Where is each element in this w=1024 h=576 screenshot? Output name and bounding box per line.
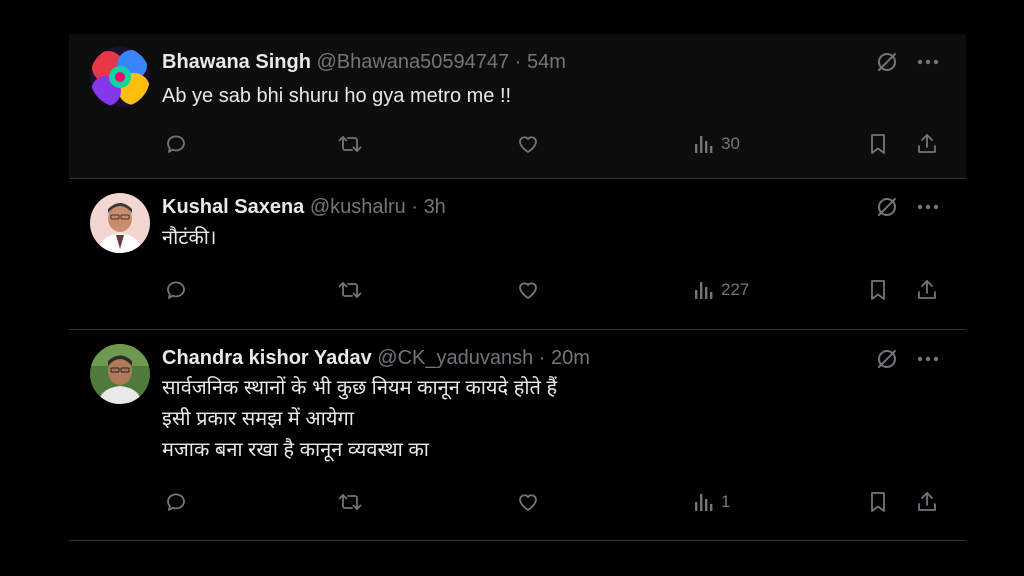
share-icon[interactable]: [915, 131, 939, 157]
tweet-header: Kushal Saxena @kushalru · 3h: [162, 195, 446, 219]
timestamp[interactable]: 54m: [527, 51, 566, 73]
tweet-text: सार्वजनिक स्थानों के भी कुछ नियम कानून क…: [162, 377, 558, 461]
tweet-item[interactable]: Chandra kishor Yadav @CK_yaduvansh · 20m…: [69, 330, 966, 541]
more-icon[interactable]: [915, 347, 941, 371]
reply-feed: Bhawana Singh @Bhawana50594747 · 54m Ab …: [69, 34, 966, 541]
tweet-text: नौटंकी।: [162, 227, 217, 249]
grok-icon[interactable]: [875, 347, 899, 371]
tweet-actions: 227: [69, 277, 966, 303]
retweet-icon[interactable]: [337, 277, 363, 303]
retweet-icon[interactable]: [337, 131, 363, 157]
separator-dot: ·: [538, 347, 546, 369]
timestamp[interactable]: 20m: [551, 347, 590, 369]
more-icon[interactable]: [915, 195, 941, 219]
user-handle[interactable]: @CK_yaduvansh: [377, 347, 533, 369]
bookmark-icon[interactable]: [867, 489, 889, 515]
views-button[interactable]: 1: [693, 489, 730, 515]
avatar[interactable]: [90, 193, 150, 253]
reply-icon[interactable]: [164, 131, 188, 157]
tweet-item[interactable]: Kushal Saxena @kushalru · 3h नौटंकी। 227: [69, 179, 966, 330]
tweet-actions: 1: [69, 489, 966, 515]
views-count: 227: [721, 280, 750, 299]
user-name[interactable]: Kushal Saxena: [162, 196, 304, 218]
reply-icon[interactable]: [164, 277, 188, 303]
like-icon[interactable]: [515, 277, 541, 303]
tweet-item[interactable]: Bhawana Singh @Bhawana50594747 · 54m Ab …: [69, 34, 966, 179]
tweet-header: Chandra kishor Yadav @CK_yaduvansh · 20m: [162, 346, 590, 370]
retweet-icon[interactable]: [337, 489, 363, 515]
tweet-text: Ab ye sab bhi shuru ho gya metro me !!: [162, 85, 512, 107]
avatar[interactable]: [90, 47, 150, 107]
more-icon[interactable]: [915, 50, 941, 74]
bookmark-icon[interactable]: [867, 131, 889, 157]
views-button[interactable]: 30: [693, 131, 740, 157]
user-handle[interactable]: @Bhawana50594747: [316, 51, 509, 73]
timestamp[interactable]: 3h: [424, 196, 446, 218]
views-icon: [695, 282, 713, 299]
views-icon: [695, 136, 713, 153]
user-name[interactable]: Bhawana Singh: [162, 51, 311, 73]
bookmark-icon[interactable]: [867, 277, 889, 303]
separator-dot: ·: [514, 51, 522, 73]
reply-icon[interactable]: [164, 489, 188, 515]
share-icon[interactable]: [915, 277, 939, 303]
separator-dot: ·: [411, 196, 418, 218]
avatar[interactable]: [90, 344, 150, 404]
views-button[interactable]: 227: [693, 277, 749, 303]
tweet-header: Bhawana Singh @Bhawana50594747 · 54m: [162, 50, 566, 74]
like-icon[interactable]: [515, 131, 541, 157]
views-count: 30: [721, 134, 740, 153]
user-handle[interactable]: @kushalru: [310, 196, 406, 218]
tweet-actions: 30: [69, 131, 966, 157]
share-icon[interactable]: [915, 489, 939, 515]
like-icon[interactable]: [515, 489, 541, 515]
grok-icon[interactable]: [875, 195, 899, 219]
views-count: 1: [721, 492, 731, 511]
user-name[interactable]: Chandra kishor Yadav: [162, 347, 372, 369]
views-icon: [695, 494, 713, 511]
grok-icon[interactable]: [875, 50, 899, 74]
